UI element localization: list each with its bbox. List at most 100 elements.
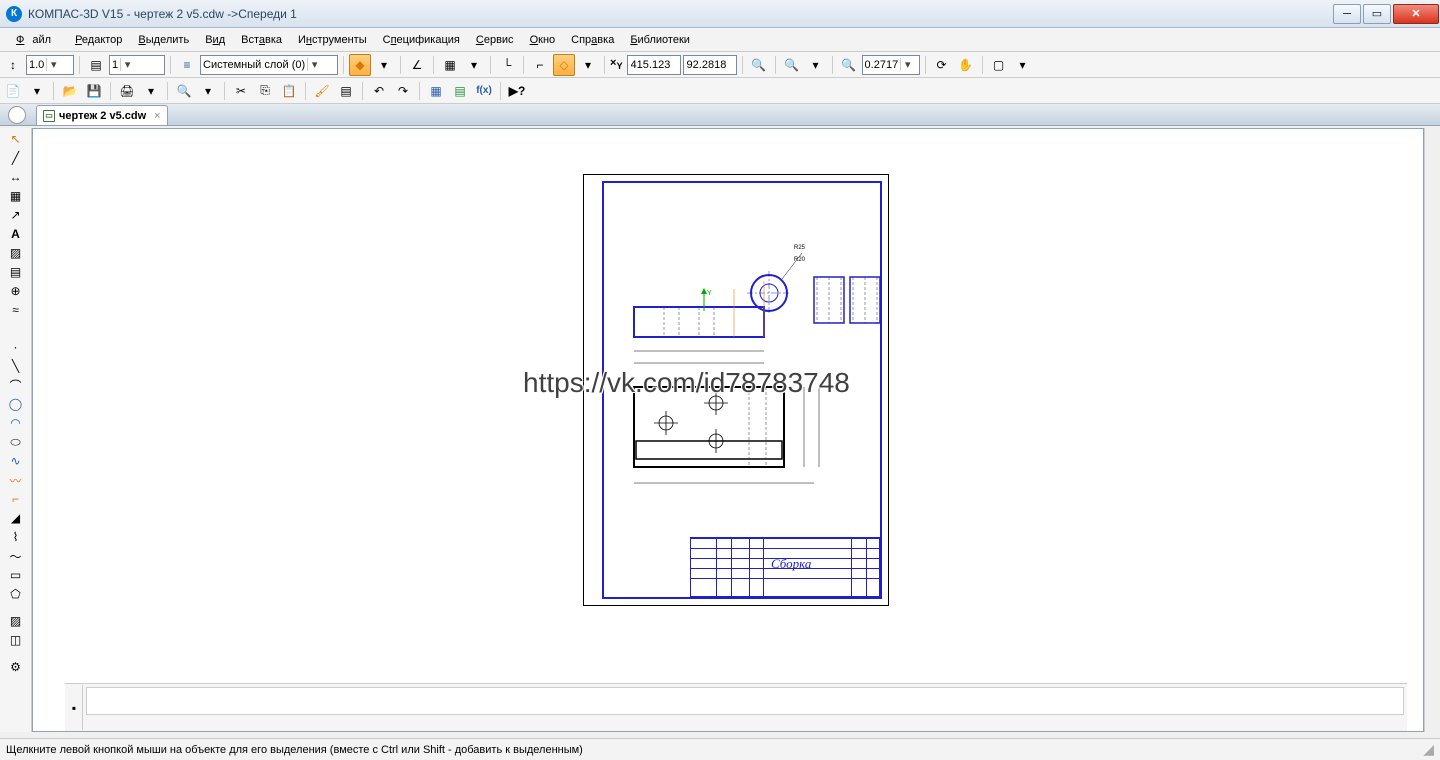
library-manager-icon[interactable]: ▦ xyxy=(425,80,447,102)
print-icon[interactable]: 🖨 xyxy=(116,80,138,102)
statusbar: Щелкните левой кнопкой мыши на объекте д… xyxy=(0,738,1440,760)
close-button[interactable]: ✕ xyxy=(1393,4,1439,24)
layer-name-dropdown[interactable]: Системный слой (0) ▾ xyxy=(200,55,338,75)
message-area[interactable] xyxy=(86,687,1404,715)
cut-icon[interactable]: ✂ xyxy=(230,80,252,102)
menu-window[interactable]: Окно xyxy=(522,31,564,49)
point-tool-icon[interactable]: · xyxy=(5,338,27,356)
new-file-dropdown[interactable]: ▾ xyxy=(26,80,48,102)
fx-icon[interactable]: f(x) xyxy=(473,80,495,102)
break-tool-icon[interactable]: ≈ xyxy=(5,301,27,319)
properties-icon[interactable]: ▤ xyxy=(335,80,357,102)
window-dropdown[interactable]: ▾ xyxy=(1012,54,1034,76)
coord-y-input[interactable] xyxy=(683,55,737,75)
open-icon[interactable]: 📂 xyxy=(59,80,81,102)
document-tab[interactable]: ▭ чертеж 2 v5.cdw × xyxy=(36,105,168,125)
zoom-scale-icon[interactable]: 🔍 xyxy=(838,54,860,76)
circle-tool-icon[interactable]: ◯ xyxy=(5,395,27,413)
save-icon[interactable]: 💾 xyxy=(83,80,105,102)
arc2-tool-icon[interactable]: ◠ xyxy=(5,414,27,432)
coord-x-input[interactable] xyxy=(627,55,681,75)
rectangle-tool-icon[interactable]: ▭ xyxy=(5,566,27,584)
minimize-button[interactable]: ─ xyxy=(1333,4,1361,24)
layers-list-icon[interactable]: ≡ xyxy=(176,54,198,76)
zoom-fit-dropdown[interactable]: ▾ xyxy=(805,54,827,76)
window-tool-icon[interactable]: ▢ xyxy=(988,54,1010,76)
polyline-tool-icon[interactable]: ⌇ xyxy=(5,528,27,546)
style-picker-icon[interactable]: ↕ xyxy=(2,54,24,76)
tool-palette: ↖ ╱ ↔ ▦ ↗ A ▨ ▤ ⊕ ≈ · ╲ ⌒ ◯ ◠ ⬭ ∿ 〰 ⌐ ◢ … xyxy=(0,128,32,732)
layer-number-dropdown[interactable]: 1 ▾ xyxy=(109,55,165,75)
menu-libs[interactable]: Библиотеки xyxy=(622,31,698,49)
dimension-tool-icon[interactable]: ↔ xyxy=(5,168,27,186)
snap-dropdown[interactable]: ▾ xyxy=(577,54,599,76)
zoom-in-icon[interactable]: 🔍 xyxy=(748,54,770,76)
menu-tools[interactable]: Инструменты xyxy=(290,31,375,49)
chevron-down-icon: ▾ xyxy=(46,58,60,71)
grid-dropdown[interactable]: ▾ xyxy=(463,54,485,76)
fillet-tool-icon[interactable]: ⌐ xyxy=(5,490,27,508)
drawing-canvas[interactable]: R25 R20 xyxy=(32,128,1424,732)
preview-dropdown[interactable]: ▾ xyxy=(197,80,219,102)
preview-icon[interactable]: 🔍 xyxy=(173,80,195,102)
select-tool-icon[interactable]: ↖ xyxy=(5,130,27,148)
angle-icon[interactable]: ∠ xyxy=(406,54,428,76)
menu-spec[interactable]: Спецификация xyxy=(375,31,468,49)
table-tool-icon[interactable]: ▤ xyxy=(5,263,27,281)
segment-tool-icon[interactable]: ╲ xyxy=(5,357,27,375)
ellipse-tool-icon[interactable]: ⬭ xyxy=(5,433,27,451)
menu-file[interactable]: Файл xyxy=(8,31,67,49)
tab-nav-wheel[interactable] xyxy=(8,106,26,124)
maximize-button[interactable]: ▭ xyxy=(1363,4,1391,24)
print-dropdown[interactable]: ▾ xyxy=(140,80,162,102)
paste-icon[interactable]: 📋 xyxy=(278,80,300,102)
grid-icon[interactable]: ▦ xyxy=(439,54,461,76)
panel-toggle-icon[interactable]: ▪ xyxy=(65,684,83,731)
menu-service[interactable]: Сервис xyxy=(468,31,522,49)
variables-icon[interactable]: ▤ xyxy=(449,80,471,102)
format-paint-icon[interactable]: 🖌 xyxy=(311,80,333,102)
linewidth-dropdown[interactable]: 1.0 ▾ xyxy=(26,55,74,75)
zoom-dropdown[interactable]: 0.2717 ▾ xyxy=(862,55,920,75)
curve-tool-icon[interactable]: 〜 xyxy=(5,547,27,565)
document-tabstrip: ▭ чертеж 2 v5.cdw × xyxy=(0,104,1440,126)
snap-active-icon[interactable]: ◇ xyxy=(553,54,575,76)
chamfer-tool-icon[interactable]: ◢ xyxy=(5,509,27,527)
bezier-tool-icon[interactable]: 〰 xyxy=(5,471,27,489)
vertical-scrollbar[interactable] xyxy=(1424,128,1440,732)
status-hint: Щелкните левой кнопкой мыши на объекте д… xyxy=(6,744,583,756)
pattern-tool-icon[interactable]: ▦ xyxy=(5,187,27,205)
resize-grip-icon[interactable]: ◢ xyxy=(1423,741,1434,758)
copy-icon[interactable]: ⎘ xyxy=(254,80,276,102)
hatch-tool-icon[interactable]: ▨ xyxy=(5,244,27,262)
active-style-button[interactable]: ◆ xyxy=(349,54,371,76)
polygon-tool-icon[interactable]: ⬠ xyxy=(5,585,27,603)
new-file-icon[interactable]: 📄 xyxy=(2,80,24,102)
line-tool-icon[interactable]: ╱ xyxy=(5,149,27,167)
menu-help[interactable]: Справка xyxy=(563,31,622,49)
undo-icon[interactable]: ↶ xyxy=(368,80,390,102)
fill-tool-icon[interactable]: ▨ xyxy=(5,612,27,630)
axis-tool-icon[interactable]: ⊕ xyxy=(5,282,27,300)
menu-edit[interactable]: Редактор xyxy=(67,31,130,49)
menu-view[interactable]: Вид xyxy=(197,31,233,49)
ortho-icon[interactable]: └ xyxy=(496,54,518,76)
menu-select[interactable]: Выделить xyxy=(130,31,197,49)
configure-icon[interactable]: ⚙ xyxy=(5,658,27,676)
style-dropdown[interactable]: ▾ xyxy=(373,54,395,76)
text-tool-icon[interactable]: A xyxy=(5,225,27,243)
pan-icon[interactable]: ✋ xyxy=(955,54,977,76)
layer-icon[interactable]: ▤ xyxy=(85,54,107,76)
gradient-tool-icon[interactable]: ◫ xyxy=(5,631,27,649)
zoom-fit-icon[interactable]: 🔍 xyxy=(781,54,803,76)
redo-icon[interactable]: ↷ xyxy=(392,80,414,102)
menu-insert[interactable]: Вставка xyxy=(233,31,290,49)
svg-text:R20: R20 xyxy=(794,257,806,263)
spline-tool-icon[interactable]: ∿ xyxy=(5,452,27,470)
refresh-icon[interactable]: ⟳ xyxy=(931,54,953,76)
tab-close-icon[interactable]: × xyxy=(154,110,160,122)
annotation-tool-icon[interactable]: ↗ xyxy=(5,206,27,224)
arc-tool-icon[interactable]: ⌒ xyxy=(5,376,27,394)
snap-icon[interactable]: ⌐ xyxy=(529,54,551,76)
help-pointer-icon[interactable]: ▶? xyxy=(506,80,528,102)
